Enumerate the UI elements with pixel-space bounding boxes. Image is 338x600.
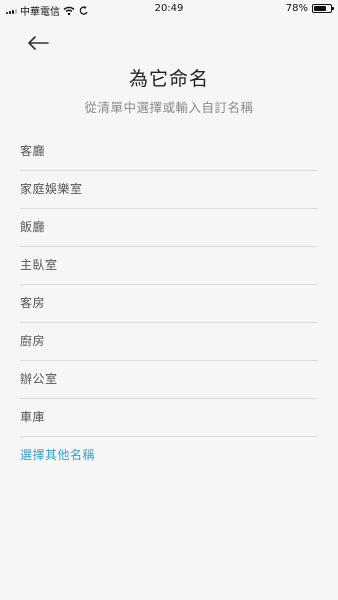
- battery-fill: [314, 6, 327, 11]
- battery-percentage: 78%: [285, 3, 308, 14]
- room-option-garage[interactable]: 車庫: [20, 399, 318, 437]
- back-arrow-icon: [28, 36, 49, 50]
- status-right: 78%: [285, 3, 334, 14]
- room-option-guest-room[interactable]: 客房: [20, 285, 318, 323]
- room-option-master-bedroom[interactable]: 主臥室: [20, 247, 318, 285]
- back-button[interactable]: [24, 32, 52, 54]
- status-bar: 中華電信 20:49 78%: [0, 0, 338, 18]
- room-option-office[interactable]: 辦公室: [20, 361, 318, 399]
- room-option-living-room[interactable]: 客廳: [20, 133, 318, 171]
- page-title: 為它命名: [128, 68, 209, 90]
- battery-icon: [312, 4, 334, 13]
- choose-other-name-link[interactable]: 選擇其他名稱: [20, 446, 95, 463]
- page-subtitle: 從清單中選擇或輸入自訂名稱: [84, 100, 254, 115]
- room-option-family-room[interactable]: 家庭娛樂室: [20, 171, 318, 209]
- room-option-dining-room[interactable]: 飯廳: [20, 209, 318, 247]
- room-name-list: 客廳 家庭娛樂室 飯廳 主臥室 客房 廚房 辦公室 車庫: [20, 133, 318, 437]
- room-option-kitchen[interactable]: 廚房: [20, 323, 318, 361]
